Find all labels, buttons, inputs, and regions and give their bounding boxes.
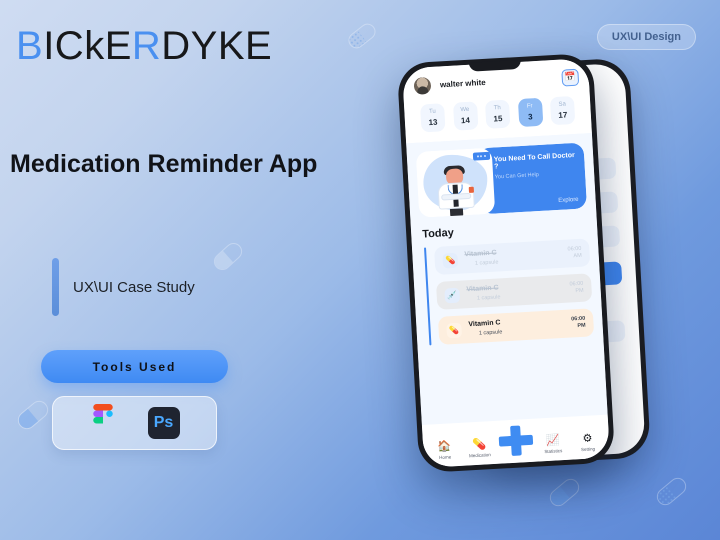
nav-item-medication[interactable]: 💊 Medication: [464, 438, 495, 459]
day-dow: Tu: [428, 108, 437, 116]
figma-icon[interactable]: [90, 404, 116, 442]
nav-label: Medication: [468, 452, 491, 459]
day-num: 14: [460, 115, 471, 126]
day-dow: Th: [493, 105, 502, 112]
medication-dose: 1 capsule: [476, 294, 501, 302]
logo-part-4: DYKE: [161, 24, 273, 68]
app-body: You Need To Call Doctor ? You Can Get He…: [406, 133, 608, 425]
nav-label: Home: [438, 454, 452, 461]
day-num: 13: [428, 117, 438, 128]
explore-link[interactable]: Explore: [496, 197, 579, 208]
pill-decoration-icon: [14, 397, 52, 433]
day-num: 17: [558, 110, 568, 120]
page-title: Medication Reminder App: [10, 150, 318, 178]
logo-part-2: ICkE: [43, 24, 132, 68]
pill-decoration-icon: [546, 475, 583, 510]
calendar-icon[interactable]: 📅: [561, 68, 580, 87]
day-item-tu[interactable]: Tu 13: [420, 103, 446, 133]
medication-time: 06:00 AM: [567, 245, 582, 261]
poster-canvas: BICkERDYKE UX\UI Design Medication Remin…: [0, 0, 720, 540]
pill-hand-icon: 💊: [472, 438, 487, 452]
home-icon: 🏠: [437, 440, 452, 454]
app-header: walter white 📅 Tu 13 We 14 Th 15 Fr 3 Sa…: [401, 58, 592, 144]
day-item-fr-selected[interactable]: Fr 3: [517, 97, 543, 128]
bottom-navigation: 🏠 Home 💊 Medication 📈 Statistics ⚙ Setti…: [421, 414, 611, 468]
add-medication-button[interactable]: [498, 425, 534, 457]
medication-time: 06:00 PM: [571, 315, 586, 331]
medication-item-active[interactable]: 💊 Vitamin C 1 capsule 06:00 PM: [437, 308, 595, 345]
medication-item[interactable]: 💉 Vitamin C 1 capsule 06:00 PM: [435, 273, 593, 310]
day-item-th[interactable]: Th 15: [484, 99, 511, 129]
promo-title: You Need To Call Doctor ?: [493, 152, 575, 171]
promo-card[interactable]: You Need To Call Doctor ? You Can Get He…: [415, 142, 588, 218]
status-badge: UX\UI Design: [596, 24, 696, 50]
user-name: walter white: [439, 77, 486, 90]
doctor-illustration: [415, 147, 495, 218]
day-num: 3: [527, 112, 533, 122]
medication-time-period: PM: [577, 322, 586, 330]
day-dow: Fr: [526, 103, 533, 110]
accent-bar: [52, 258, 59, 316]
medication-time: 06:00 PM: [569, 280, 584, 296]
phone-front-screen: walter white 📅 Tu 13 We 14 Th 15 Fr 3 Sa…: [401, 58, 611, 468]
nav-item-home[interactable]: 🏠 Home: [429, 440, 460, 461]
medication-list-wrap: 💊 Vitamin C 1 capsule 06:00 AM 💉 Vitamin…: [421, 238, 595, 346]
tools-used-button[interactable]: Tools Used: [41, 350, 228, 383]
medication-text: Vitamin C 1 capsule: [468, 316, 565, 337]
case-study-label: UX\UI Case Study: [52, 258, 195, 316]
day-item-we[interactable]: We 14: [452, 101, 478, 131]
brand-logo: BICkERDYKE: [16, 24, 272, 69]
capsule-icon: 💊: [446, 322, 463, 338]
case-study-text: UX\UI Case Study: [73, 278, 195, 296]
promo-subtitle: You Can Get Help: [494, 172, 540, 181]
pill-decoration-icon: [210, 239, 246, 274]
nav-item-statistics[interactable]: 📈 Statistics: [538, 434, 569, 455]
medication-dose: 1 capsule: [474, 259, 499, 267]
gear-icon: ⚙: [582, 432, 593, 445]
section-title-today: Today: [421, 226, 455, 241]
day-item-sa[interactable]: Sa 17: [549, 95, 576, 126]
nav-item-setting[interactable]: ⚙ Setting: [572, 432, 603, 453]
chart-icon: 📈: [545, 434, 560, 448]
medication-item[interactable]: 💊 Vitamin C 1 capsule 06:00 AM: [433, 238, 591, 275]
photoshop-icon[interactable]: Ps: [147, 407, 180, 439]
tools-card: Ps: [52, 396, 217, 450]
phone-mockup-front: walter white 📅 Tu 13 We 14 Th 15 Fr 3 Sa…: [396, 52, 616, 474]
pill-decoration-icon: [345, 20, 379, 52]
day-dow: We: [460, 106, 470, 114]
logo-part-3: R: [131, 24, 162, 68]
medication-time-period: PM: [575, 287, 584, 295]
medication-text: Vitamin C 1 capsule: [466, 281, 563, 302]
avatar[interactable]: [412, 75, 433, 96]
name-tag-icon: [472, 151, 490, 161]
timeline-track: [424, 247, 432, 346]
doctor-figure-icon: [434, 163, 477, 218]
nav-label: Statistics: [544, 448, 563, 455]
pill-decoration-icon: [653, 474, 690, 509]
nav-label: Setting: [580, 446, 596, 453]
capsule-icon: 💊: [442, 252, 459, 269]
logo-part-1: B: [16, 24, 44, 68]
medication-text: Vitamin C 1 capsule: [464, 246, 561, 267]
day-num: 15: [493, 113, 503, 124]
day-dow: Sa: [558, 101, 567, 108]
medication-list: 💊 Vitamin C 1 capsule 06:00 AM 💉 Vitamin…: [433, 238, 595, 345]
medication-time-period: AM: [573, 252, 582, 260]
medication-dose: 1 capsule: [478, 329, 503, 337]
capsule-icon: 💉: [444, 287, 461, 303]
